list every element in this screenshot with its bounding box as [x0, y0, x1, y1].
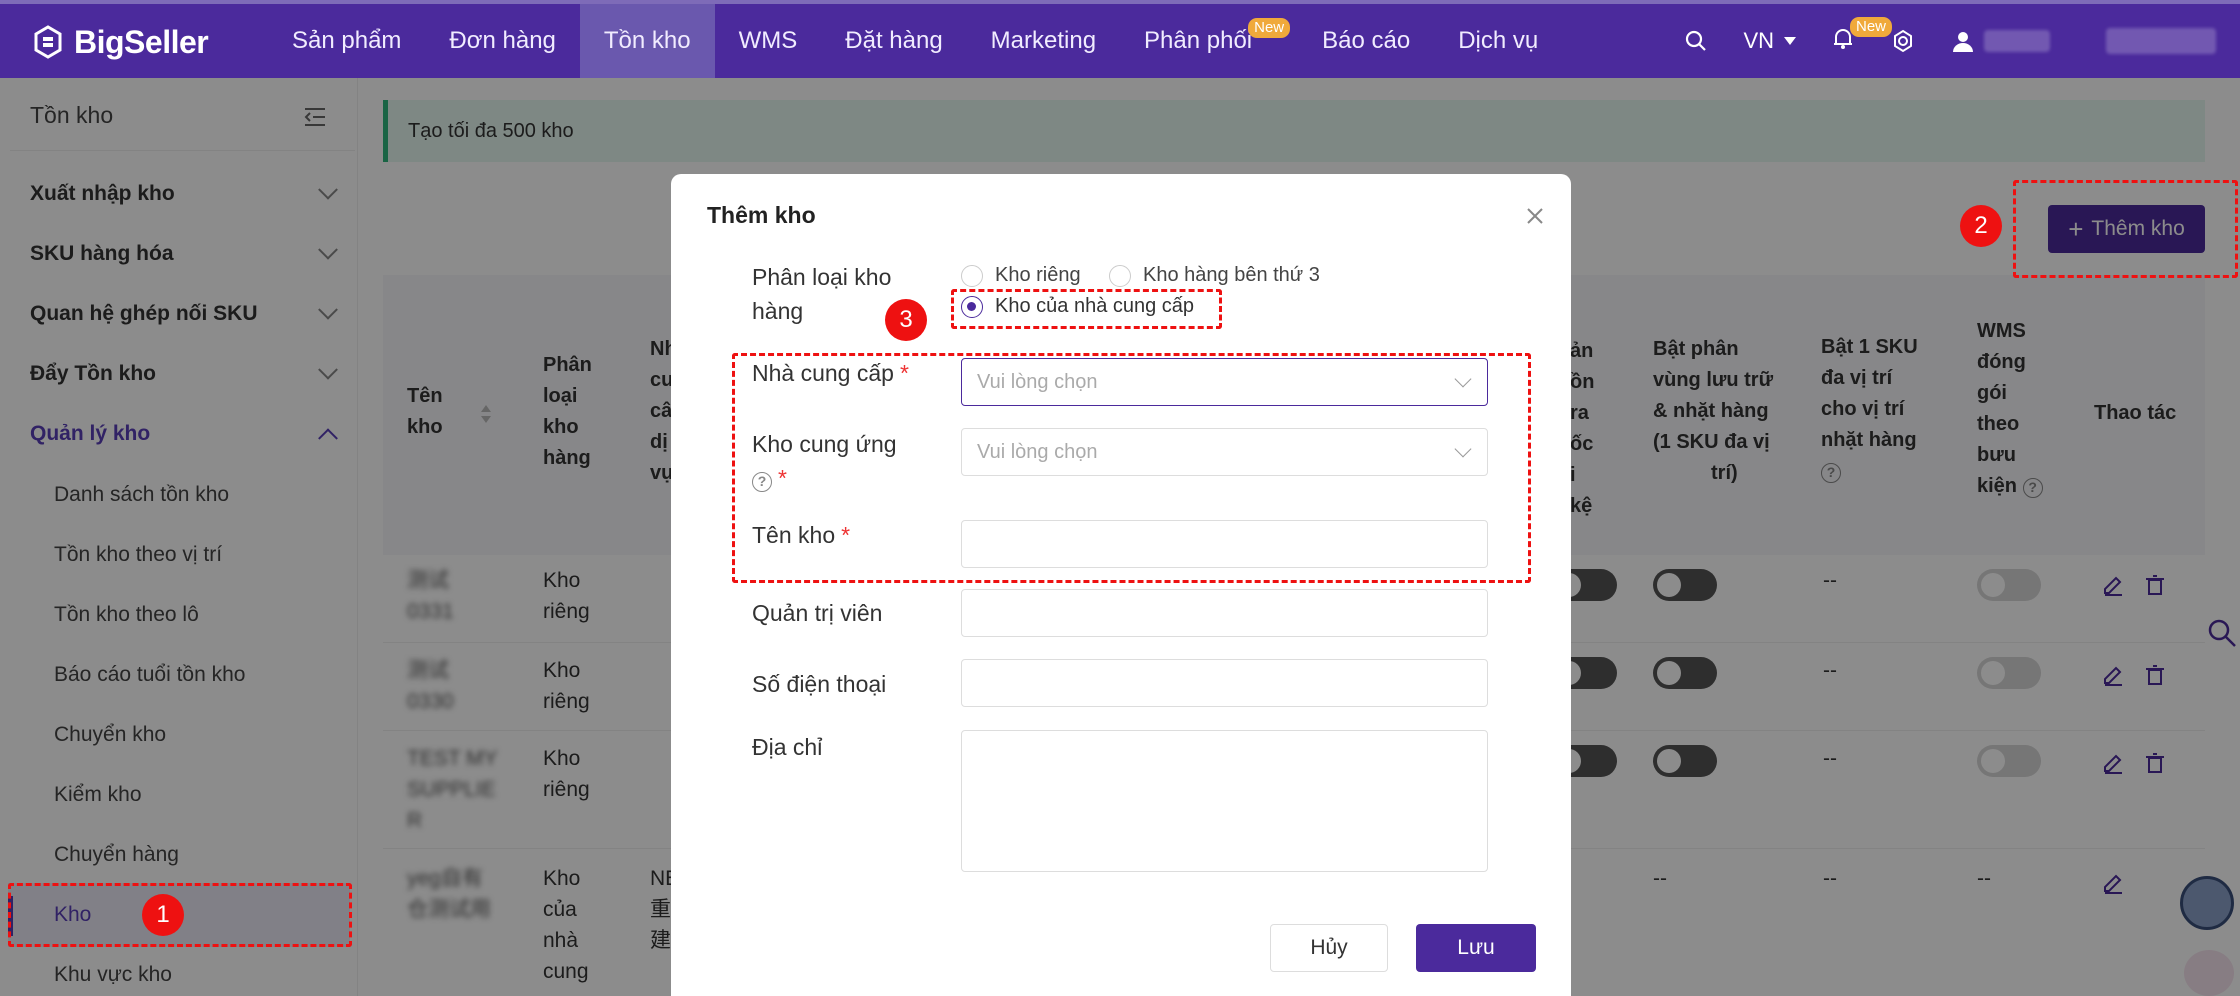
user-icon	[1953, 32, 1973, 52]
nav-label: Đặt hàng	[845, 27, 943, 54]
annotation-box-3a	[951, 289, 1222, 329]
nav-wms[interactable]: WMS	[715, 4, 822, 78]
nav-label: Marketing	[990, 27, 1097, 54]
language-label: VN	[1743, 28, 1774, 53]
nav-right-tools: VN New	[1683, 4, 2216, 78]
label-text: Phân loại kho	[752, 264, 892, 290]
nav-inventory[interactable]: Tồn kho	[579, 4, 715, 78]
notifications[interactable]: New	[1830, 17, 1892, 57]
nav-marketing[interactable]: Marketing	[967, 4, 1120, 78]
admin-label: Quản trị viên	[752, 600, 883, 626]
logo-text: BigSeller	[74, 23, 209, 60]
nav-services[interactable]: Dịch vụ	[1434, 4, 1562, 78]
main-menu: Sản phẩm Đơn hàng Tồn kho WMS Đặt hàng M…	[268, 4, 1562, 78]
annotation-box-3b	[732, 353, 1531, 583]
account-info-redacted	[2106, 28, 2216, 54]
settings-icon[interactable]	[1890, 28, 1916, 54]
nav-label: Sản phẩm	[292, 27, 402, 54]
logo-icon	[34, 25, 62, 59]
cancel-button[interactable]: Hủy	[1270, 924, 1388, 972]
top-navigation-bar: BigSeller Sản phẩm Đơn hàng Tồn kho WMS …	[0, 0, 2240, 78]
radio-label: Kho riêng	[995, 264, 1081, 286]
nav-label: Báo cáo	[1322, 27, 1411, 54]
nav-products[interactable]: Sản phẩm	[268, 4, 425, 78]
annotation-marker-2: 2	[1960, 205, 2002, 247]
bigseller-logo[interactable]: BigSeller	[30, 22, 209, 62]
admin-input[interactable]	[961, 589, 1488, 637]
phone-label: Số điện thoại	[752, 671, 887, 697]
radio-label: Kho hàng bên thứ 3	[1143, 264, 1320, 286]
account-name-redacted	[1984, 30, 2050, 52]
save-button[interactable]: Lưu	[1416, 924, 1536, 972]
annotation-marker-1: 1	[142, 894, 184, 936]
annotation-marker-3: 3	[885, 299, 927, 341]
close-icon[interactable]	[1523, 204, 1547, 228]
phone-input[interactable]	[961, 659, 1488, 707]
nav-orders[interactable]: Đơn hàng	[425, 4, 579, 78]
nav-reports[interactable]: Báo cáo	[1298, 4, 1434, 78]
dialog-title: Thêm kho	[707, 202, 816, 228]
nav-label: Phân phối	[1144, 27, 1253, 54]
language-selector[interactable]: VN	[1743, 28, 1796, 54]
nav-label: WMS	[738, 27, 798, 54]
caret-down-icon	[1784, 37, 1796, 45]
search-icon[interactable]	[1683, 28, 1709, 54]
nav-purchase[interactable]: Đặt hàng	[821, 4, 966, 78]
new-badge: New	[1248, 18, 1291, 38]
radio-circle	[961, 264, 983, 287]
nav-label: Đơn hàng	[449, 27, 556, 54]
warehouse-type-label: Phân loại kho hàng	[752, 260, 891, 328]
annotation-box-2	[2013, 180, 2238, 278]
nav-label: Tồn kho	[603, 27, 691, 54]
radio-third-party-warehouse[interactable]: Kho hàng bên thứ 3	[1109, 264, 1320, 287]
nav-label: Dịch vụ	[1458, 27, 1539, 54]
user-menu[interactable]	[1950, 28, 2050, 54]
nav-distribution[interactable]: Phân phối New	[1120, 4, 1291, 78]
label-text: hàng	[752, 298, 804, 324]
radio-own-warehouse[interactable]: Kho riêng	[961, 264, 1081, 287]
bell-new-badge: New	[1849, 17, 1892, 37]
radio-circle	[1109, 264, 1131, 287]
address-textarea[interactable]	[961, 730, 1488, 872]
address-label: Địa chỉ	[752, 734, 823, 760]
